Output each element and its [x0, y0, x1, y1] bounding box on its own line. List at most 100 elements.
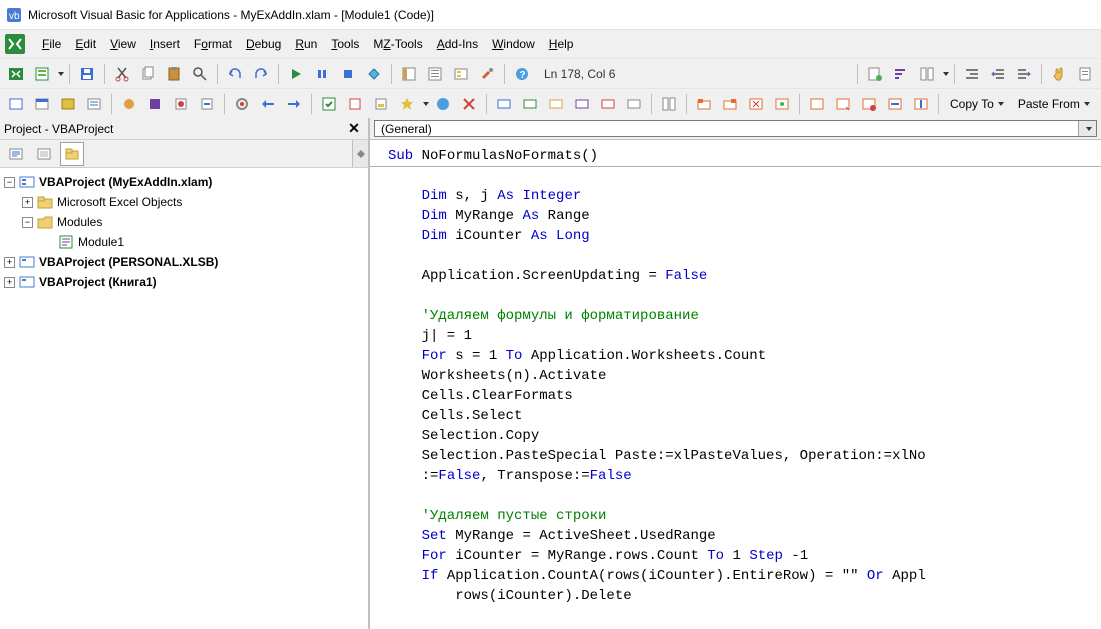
mz-icon-8[interactable]	[195, 92, 219, 116]
code-text[interactable]: Sub NoFormulasNoFormats() Dim s, j As In…	[370, 140, 1101, 612]
mz-icon-11[interactable]	[282, 92, 306, 116]
toggle-folders-icon[interactable]	[60, 142, 84, 166]
mz-icon-15[interactable]	[395, 92, 419, 116]
mz-icon-20[interactable]	[544, 92, 568, 116]
mz-outdent-left-icon[interactable]	[986, 62, 1010, 86]
mz-split-icon[interactable]	[915, 62, 939, 86]
collapse-icon[interactable]: −	[4, 177, 15, 188]
find-icon[interactable]	[188, 62, 212, 86]
mz-icon-12[interactable]	[317, 92, 341, 116]
mz-icon-18[interactable]	[492, 92, 516, 116]
tree-folder-excel-objects[interactable]: + Microsoft Excel Objects	[4, 192, 364, 212]
mz-icon-9[interactable]	[230, 92, 254, 116]
project-explorer-icon[interactable]	[397, 62, 421, 86]
mz-icon-16[interactable]	[431, 92, 455, 116]
break-icon[interactable]	[310, 62, 334, 86]
view-code-icon[interactable]	[4, 142, 28, 166]
dropdown-icon[interactable]	[58, 72, 64, 76]
menu-help[interactable]: Help	[543, 34, 580, 54]
mz-icon-1[interactable]	[4, 92, 28, 116]
mz-tab-icon-6[interactable]	[831, 92, 855, 116]
mz-outdent-right-icon[interactable]	[1012, 62, 1036, 86]
menu-debug[interactable]: Debug	[240, 34, 287, 54]
mz-icon-17[interactable]	[457, 92, 481, 116]
expand-icon[interactable]: +	[4, 277, 15, 288]
close-icon[interactable]: ✕	[344, 120, 364, 138]
help-icon[interactable]: ?	[510, 62, 534, 86]
menu-view[interactable]: View	[104, 34, 142, 54]
mz-new-procedure-icon[interactable]	[863, 62, 887, 86]
run-icon[interactable]	[284, 62, 308, 86]
mz-sort-icon[interactable]	[889, 62, 913, 86]
mz-icon-2[interactable]	[30, 92, 54, 116]
expand-icon[interactable]: +	[22, 197, 33, 208]
mz-tab-icon-8[interactable]	[883, 92, 907, 116]
chevron-down-icon[interactable]	[1078, 121, 1096, 136]
mz-tab-icon-7[interactable]	[857, 92, 881, 116]
tree-root-2[interactable]: + VBAProject (PERSONAL.XLSB)	[4, 252, 364, 272]
copy-icon[interactable]	[136, 62, 160, 86]
menu-mztools[interactable]: MZ-Tools	[367, 34, 428, 54]
undo-icon[interactable]	[223, 62, 247, 86]
mz-tab-icon-9[interactable]	[909, 92, 933, 116]
design-mode-icon[interactable]	[362, 62, 386, 86]
mz-icon-13[interactable]	[343, 92, 367, 116]
tree-root-1[interactable]: − VBAProject (MyExAddIn.xlam)	[4, 172, 364, 192]
menu-tools[interactable]: Tools	[325, 34, 365, 54]
toolbox-icon[interactable]	[475, 62, 499, 86]
view-object-icon[interactable]	[32, 142, 56, 166]
mz-icon-3[interactable]	[56, 92, 80, 116]
paste-icon[interactable]	[162, 62, 186, 86]
collapse-icon[interactable]: −	[22, 217, 33, 228]
save-icon[interactable]	[75, 62, 99, 86]
tree-item-module1[interactable]: Module1	[4, 232, 364, 252]
code-editor[interactable]: Sub NoFormulasNoFormats() Dim s, j As In…	[370, 140, 1101, 629]
paste-from-button[interactable]: Paste From	[1012, 95, 1096, 113]
redo-icon[interactable]	[249, 62, 273, 86]
project-tree[interactable]: − VBAProject (MyExAddIn.xlam) + Microsof…	[0, 168, 368, 629]
mz-icon-6[interactable]	[143, 92, 167, 116]
reset-icon[interactable]	[336, 62, 360, 86]
menu-file[interactable]: File	[36, 34, 67, 54]
mz-tab-icon-4[interactable]	[770, 92, 794, 116]
mz-tab-icon-5[interactable]	[805, 92, 829, 116]
menu-addins[interactable]: Add-Ins	[431, 34, 484, 54]
mz-icon-7[interactable]	[169, 92, 193, 116]
view-excel-icon[interactable]	[4, 62, 28, 86]
mz-icon-23[interactable]	[622, 92, 646, 116]
properties-icon[interactable]	[423, 62, 447, 86]
cut-icon[interactable]	[110, 62, 134, 86]
menu-edit[interactable]: Edit	[69, 34, 102, 54]
tree-folder-modules[interactable]: − Modules	[4, 212, 364, 232]
expand-icon[interactable]: +	[4, 257, 15, 268]
insert-module-icon[interactable]	[30, 62, 54, 86]
mz-tab-icon-3[interactable]	[744, 92, 768, 116]
dropdown-icon[interactable]	[943, 72, 949, 76]
mz-tab-icon-2[interactable]	[718, 92, 742, 116]
mz-icon-5[interactable]	[117, 92, 141, 116]
mz-hand-icon[interactable]	[1047, 62, 1071, 86]
object-dropdown[interactable]: (General)	[374, 120, 1097, 137]
pane-scroll-handle[interactable]	[352, 140, 368, 167]
separator	[224, 94, 225, 114]
mz-tab-icon-1[interactable]	[692, 92, 716, 116]
mz-icon-19[interactable]	[518, 92, 542, 116]
mz-file-icon[interactable]	[1073, 62, 1097, 86]
mz-icon-10[interactable]	[256, 92, 280, 116]
mz-icon-21[interactable]	[570, 92, 594, 116]
separator	[217, 64, 218, 84]
menu-window[interactable]: Window	[486, 34, 541, 54]
project-pane-toolbar	[0, 140, 368, 168]
copy-to-button[interactable]: Copy To	[944, 95, 1010, 113]
tree-root-3[interactable]: + VBAProject (Книга1)	[4, 272, 364, 292]
mz-icon-14[interactable]	[369, 92, 393, 116]
dropdown-icon[interactable]	[423, 102, 429, 106]
mz-icon-4[interactable]	[82, 92, 106, 116]
mz-indent-icon[interactable]	[960, 62, 984, 86]
menu-format[interactable]: Format	[188, 34, 238, 54]
menu-run[interactable]: Run	[289, 34, 323, 54]
object-browser-icon[interactable]	[449, 62, 473, 86]
mz-icon-22[interactable]	[596, 92, 620, 116]
menu-insert[interactable]: Insert	[144, 34, 186, 54]
mz-icon-24[interactable]	[657, 92, 681, 116]
